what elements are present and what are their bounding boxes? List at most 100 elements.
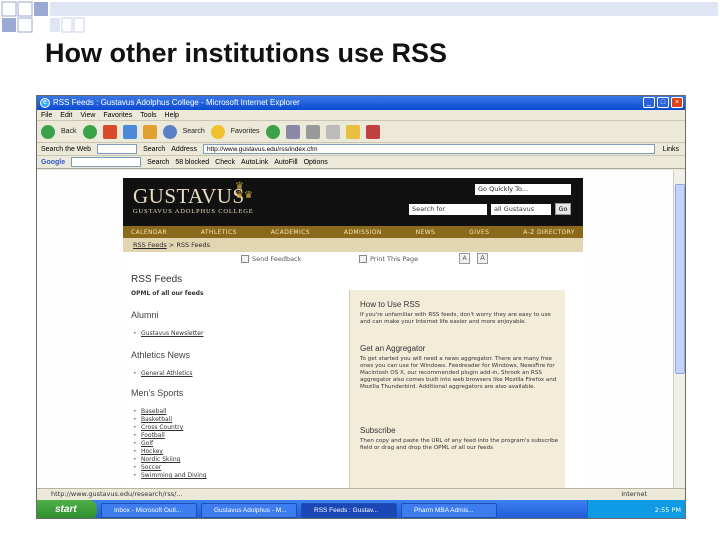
list-item[interactable]: Basketball — [133, 416, 172, 423]
favorites-star-icon[interactable] — [210, 124, 225, 139]
menu-file[interactable]: File — [41, 110, 52, 120]
web-search-button[interactable]: Search — [143, 146, 165, 153]
taskbar-item[interactable]: RSS Feeds : Gustav... — [301, 502, 397, 518]
edit-icon[interactable] — [325, 124, 340, 139]
gustavus-logo[interactable]: GUSTAVUS — [133, 184, 245, 209]
how-to-use-rss-panel: How to Use RSS If you're unfamiliar with… — [349, 290, 565, 488]
status-url: http://www.gustavus.edu/research/rss/... — [51, 490, 183, 498]
google-check-button[interactable]: Check — [215, 159, 235, 166]
list-item[interactable]: Swimming and Diving — [133, 472, 207, 479]
mens-sports-heading: Men's Sports — [131, 388, 184, 398]
address-label: Address — [171, 145, 197, 153]
opml-all-link[interactable]: OPML of all our feeds — [131, 290, 204, 297]
taskbar-item[interactable]: Gustavus Adolphus - M... — [201, 502, 297, 518]
favorites-label[interactable]: Favorites — [231, 128, 260, 135]
print-icon[interactable] — [305, 124, 320, 139]
search-scope-select[interactable]: all Gustavus — [491, 204, 551, 215]
nav-directory[interactable]: A-Z DIRECTORY — [523, 229, 575, 236]
list-item[interactable]: Cross Country — [133, 424, 183, 431]
google-search-input[interactable] — [71, 157, 142, 167]
nav-athletics[interactable]: ATHLETICS — [201, 229, 237, 236]
google-logo: Google — [41, 158, 66, 166]
menu-edit[interactable]: Edit — [60, 110, 72, 120]
nav-academics[interactable]: ACADEMICS — [271, 229, 310, 236]
mail-icon[interactable] — [285, 124, 300, 139]
breadcrumb-current: > RSS Feeds — [166, 241, 211, 249]
subscribe-heading: Subscribe — [360, 426, 396, 435]
menu-bar: File Edit View Favorites Tools Help — [37, 110, 685, 121]
menu-help[interactable]: Help — [165, 110, 179, 120]
font-larger-button[interactable]: A — [477, 253, 488, 264]
gustavus-page: GUSTAVUS GUSTAVUS ADOLPHUS COLLEGE ♛ ♛♛ G… — [123, 178, 583, 488]
nav-gives[interactable]: GIVES — [469, 229, 489, 236]
list-item[interactable]: Football — [133, 432, 165, 439]
how-to-text: If you're unfamiliar with RSS feeds, don… — [360, 312, 551, 325]
site-search-go-button[interactable]: Go — [555, 203, 571, 215]
maximize-button[interactable]: □ — [657, 97, 669, 108]
font-smaller-button[interactable]: A — [459, 253, 470, 264]
web-search-input[interactable] — [97, 144, 138, 154]
list-item[interactable]: Baseball — [133, 408, 167, 415]
scroll-thumb[interactable] — [675, 184, 685, 374]
status-bar: http://www.gustavus.edu/research/rss/...… — [37, 488, 685, 500]
google-options-button[interactable]: Options — [304, 159, 328, 166]
menu-view[interactable]: View — [80, 110, 95, 120]
menu-favorites[interactable]: Favorites — [103, 110, 132, 120]
page-title: RSS Feeds — [131, 274, 183, 285]
list-item[interactable]: Gustavus Newsletter — [133, 330, 203, 337]
refresh-icon[interactable] — [122, 124, 137, 139]
list-item[interactable]: General Athletics — [133, 370, 192, 377]
how-to-heading: How to Use RSS — [360, 300, 421, 309]
breadcrumb-link[interactable]: RSS Feeds — [133, 241, 167, 249]
site-search-input[interactable]: Search for — [409, 204, 487, 215]
popups-blocked[interactable]: 58 blocked — [175, 159, 209, 166]
list-item[interactable]: Soccer — [133, 464, 161, 471]
taskbar-item[interactable]: Pharm MBA Admis... — [401, 502, 497, 518]
quick-links-select[interactable]: Go Quickly To... — [475, 184, 571, 195]
slide-title: How other institutions use RSS — [45, 38, 448, 68]
send-feedback-label[interactable]: Send Feedback — [252, 255, 301, 263]
print-page-icon — [359, 255, 367, 263]
google-search-button[interactable]: Search — [147, 159, 169, 166]
feedback-icon — [241, 255, 249, 263]
stop-icon[interactable] — [102, 124, 117, 139]
nav-calendar[interactable]: CALENDAR — [131, 229, 167, 236]
send-feedback-link[interactable]: Send Feedback — [241, 255, 301, 263]
back-icon[interactable] — [41, 124, 55, 139]
status-zone: Internet — [621, 490, 647, 498]
list-item[interactable]: Nordic Skiing — [133, 456, 181, 463]
start-button[interactable]: start — [37, 500, 97, 518]
print-page-link[interactable]: Print This Page — [359, 255, 418, 263]
page-tools: Send Feedback Print This Page A A — [123, 252, 583, 266]
list-item[interactable]: Hockey — [133, 448, 163, 455]
nav-news[interactable]: NEWS — [416, 229, 436, 236]
slide: How other institutions use RSS e RSS Fee… — [0, 0, 720, 540]
menu-tools[interactable]: Tools — [140, 110, 156, 120]
browser-title-bar: e RSS Feeds : Gustavus Adolphus College … — [37, 96, 685, 110]
browser-toolbar: Back Search Favorites — [37, 121, 685, 143]
home-icon[interactable] — [142, 124, 157, 139]
aggregator-heading: Get an Aggregator — [360, 344, 426, 353]
search-label[interactable]: Search — [183, 128, 205, 135]
research-icon[interactable] — [365, 124, 380, 139]
history-icon[interactable] — [265, 124, 280, 139]
subscribe-text: Then copy and paste the URL of any feed … — [360, 438, 559, 451]
aggregator-text: To get started you will need a news aggr… — [360, 356, 557, 390]
vertical-scrollbar[interactable] — [673, 170, 685, 488]
links-label[interactable]: Links — [663, 146, 679, 153]
taskbar-item[interactable]: Inbox - Microsoft Outl... — [101, 502, 197, 518]
print-page-label[interactable]: Print This Page — [370, 255, 418, 263]
back-label[interactable]: Back — [61, 128, 77, 135]
folder-icon[interactable] — [345, 124, 360, 139]
search-icon[interactable] — [162, 124, 177, 139]
google-autolink-button[interactable]: AutoLink — [241, 159, 268, 166]
close-button[interactable]: × — [671, 97, 683, 108]
google-autofill-button[interactable]: AutoFill — [274, 159, 297, 166]
minimize-button[interactable]: _ — [643, 97, 655, 108]
forward-icon[interactable] — [82, 124, 97, 139]
address-input[interactable]: http://www.gustavus.edu/rss/index.cfm — [202, 144, 655, 154]
gustavus-logo-subtitle: GUSTAVUS ADOLPHUS COLLEGE — [133, 208, 254, 215]
nav-admission[interactable]: ADMISSION — [344, 229, 382, 236]
list-item[interactable]: Golf — [133, 440, 153, 447]
three-crowns-icon: ♛ ♛♛ — [235, 181, 253, 201]
